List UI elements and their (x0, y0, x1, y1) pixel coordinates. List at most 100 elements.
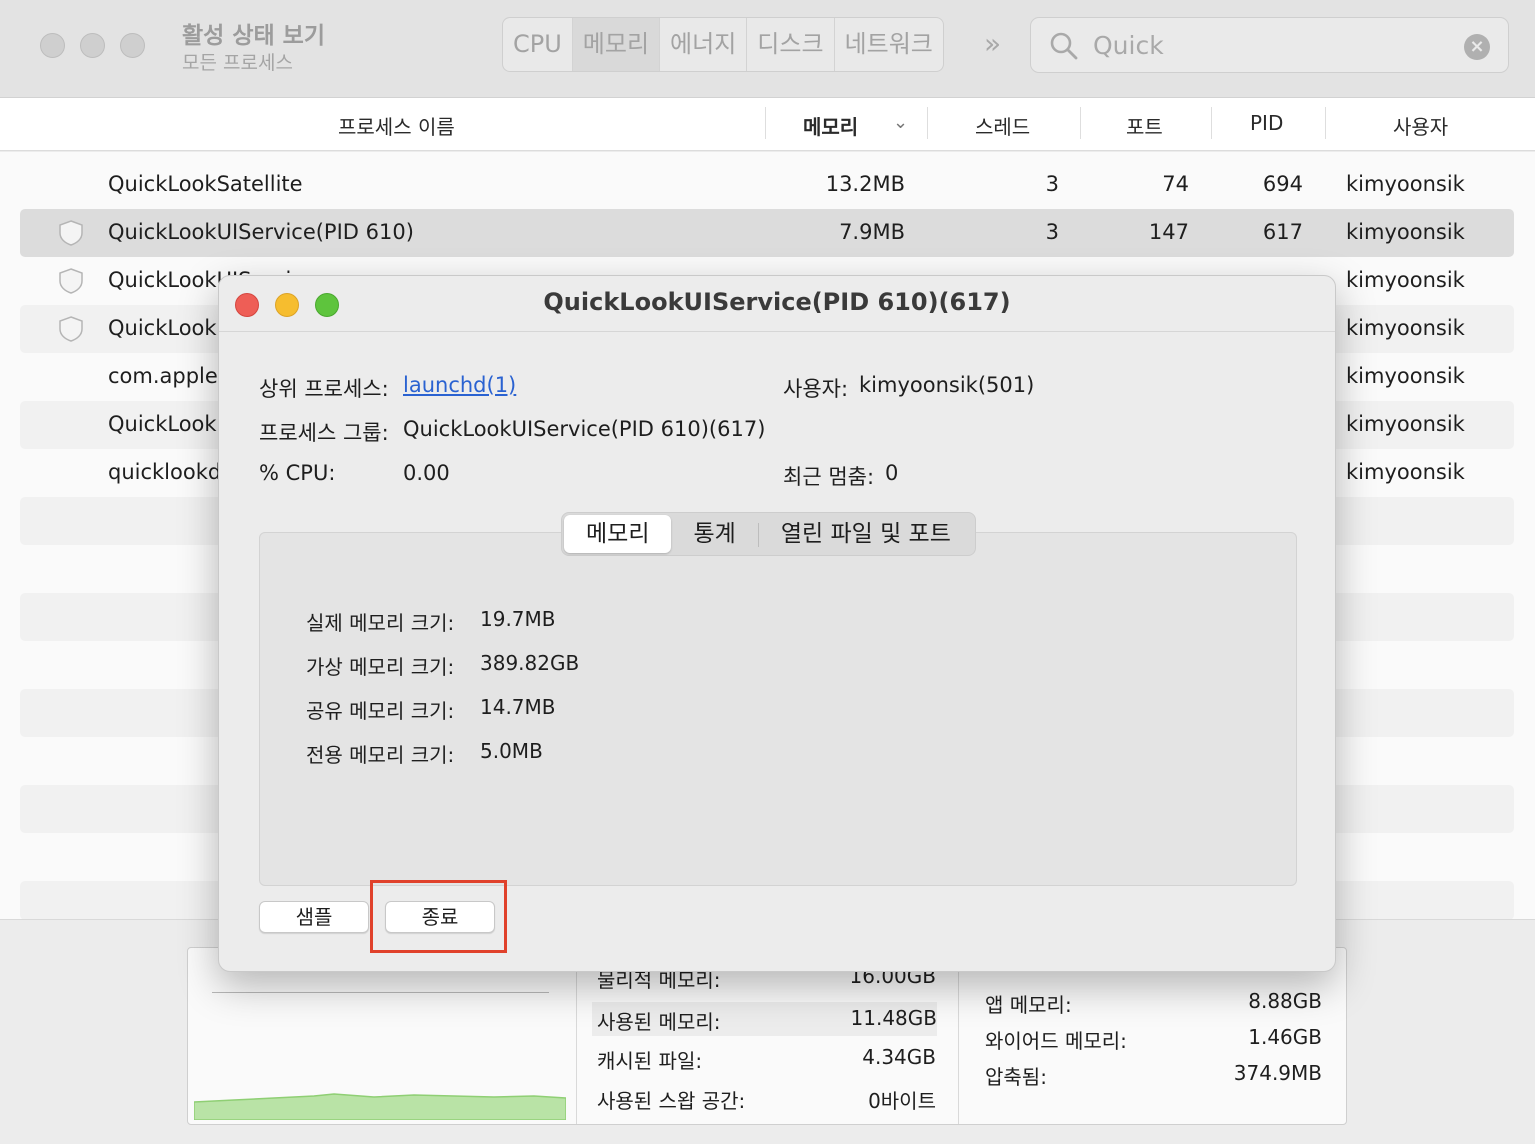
recent-hangs-value: 0 (885, 461, 899, 485)
column-divider (765, 107, 766, 139)
user-value: kimyoonsik (1346, 412, 1465, 436)
column-process-name[interactable]: 프로세스 이름 (338, 111, 455, 140)
memory-tab-panel: 실제 메모리 크기: 19.7MB 가상 메모리 크기: 389.82GB 공유… (259, 532, 1297, 886)
search-input[interactable]: Quick (1093, 31, 1164, 60)
private-memory-value: 5.0MB (480, 739, 543, 763)
parent-process-label: 상위 프로세스: (259, 377, 389, 401)
column-ports[interactable]: 포트 (1126, 111, 1163, 140)
process-group-value: QuickLookUIService(PID 610)(617) (403, 417, 766, 441)
memory-pressure-divider (212, 992, 549, 993)
user-value: kimyoonsik (1346, 268, 1465, 292)
search-field[interactable]: Quick × (1030, 17, 1509, 73)
zoom-button[interactable] (120, 33, 145, 58)
column-pid[interactable]: PID (1250, 111, 1283, 135)
tab-open-files-and-ports[interactable]: 열린 파일 및 포트 (759, 515, 973, 553)
column-user[interactable]: 사용자 (1393, 111, 1448, 140)
column-divider (927, 107, 928, 139)
process-name: QuickLookSatellite (108, 172, 303, 196)
tab-statistics[interactable]: 통계 (671, 515, 757, 553)
tab-memory[interactable]: 메모리 (572, 18, 661, 71)
virtual-memory-value: 389.82GB (480, 651, 580, 675)
app-memory-label: 앱 메모리: (985, 993, 1072, 1017)
process-name: QuickLook (108, 412, 217, 436)
user-value: kimyoonsik(501) (859, 373, 1035, 397)
sort-descending-icon[interactable]: ⌄ (893, 112, 908, 133)
toolbar-overflow-icon[interactable]: » (984, 27, 1001, 60)
shared-memory-label: 공유 메모리 크기: (306, 699, 455, 723)
memory-value: 7.9MB (839, 220, 905, 244)
pid-value: 617 (1262, 220, 1303, 244)
wired-memory-label: 와이어드 메모리: (985, 1029, 1127, 1053)
column-threads[interactable]: 스레드 (975, 111, 1030, 140)
threads-value: 3 (1045, 172, 1059, 196)
user-value: kimyoonsik (1346, 220, 1465, 244)
quit-button-highlight (370, 880, 507, 953)
swap-used-value: 0바이트 (868, 1089, 936, 1113)
real-memory-value: 19.7MB (480, 607, 556, 631)
compressed-value: 374.9MB (1233, 1061, 1322, 1085)
tab-network[interactable]: 네트워크 (835, 18, 943, 71)
threads-value: 3 (1045, 220, 1059, 244)
wired-memory-value: 1.46GB (1248, 1025, 1322, 1049)
clear-search-icon[interactable]: × (1464, 34, 1490, 60)
dialog-titlebar: QuickLookUIService(PID 610)(617) (219, 276, 1335, 332)
tab-disk[interactable]: 디스크 (747, 18, 835, 71)
panel-divider (958, 948, 959, 1124)
process-name: QuickLookUIService(PID 610) (108, 220, 414, 244)
dialog-tabs: 메모리 통계 열린 파일 및 포트 (561, 512, 976, 556)
user-value: kimyoonsik (1346, 316, 1465, 340)
ports-value: 147 (1148, 220, 1189, 244)
table-row[interactable]: QuickLookSatellite 13.2MB 3 74 694 kimyo… (20, 161, 1514, 209)
column-memory[interactable]: 메모리 (803, 111, 858, 140)
dialog-title: QuickLookUIService(PID 610)(617) (543, 288, 1011, 316)
user-value: kimyoonsik (1346, 460, 1465, 484)
tab-cpu[interactable]: CPU (503, 18, 573, 71)
tab-memory[interactable]: 메모리 (564, 515, 672, 553)
real-memory-label: 실제 메모리 크기: (306, 611, 455, 635)
cpu-value: 0.00 (403, 461, 450, 485)
user-label: 사용자: (783, 377, 849, 401)
category-tabs: CPU 메모리 에너지 디스크 네트워크 (502, 17, 944, 72)
table-row-selected[interactable]: QuickLookUIService(PID 610) 7.9MB 3 147 … (20, 209, 1514, 257)
ports-value: 74 (1162, 172, 1189, 196)
cached-files-value: 4.34GB (862, 1045, 936, 1069)
close-button[interactable] (40, 33, 65, 58)
shield-icon (59, 268, 83, 294)
shared-memory-value: 14.7MB (480, 695, 556, 719)
memory-summary-panel: 물리적 메모리: 16.00GB 사용된 메모리: 11.48GB 캐시된 파일… (187, 947, 1347, 1125)
user-value: kimyoonsik (1346, 364, 1465, 388)
process-group-label: 프로세스 그룹: (259, 421, 389, 445)
tab-energy[interactable]: 에너지 (660, 18, 748, 71)
process-name: quicklookd (108, 460, 222, 484)
column-divider (1211, 107, 1212, 139)
private-memory-label: 전용 메모리 크기: (306, 743, 455, 767)
app-memory-value: 8.88GB (1248, 989, 1322, 1013)
virtual-memory-label: 가상 메모리 크기: (306, 655, 455, 679)
app-subtitle: 모든 프로세스 (182, 52, 293, 74)
memory-pressure-chart (194, 1093, 566, 1120)
column-divider (1080, 107, 1081, 139)
shield-icon (59, 220, 83, 246)
user-value: kimyoonsik (1346, 172, 1465, 196)
process-name: com.apple (108, 364, 218, 388)
column-header: 프로세스 이름 메모리 ⌄ 스레드 포트 PID 사용자 (0, 98, 1535, 151)
used-memory-row: 사용된 메모리: 11.48GB (592, 1002, 937, 1036)
parent-process-link[interactable]: launchd(1) (403, 373, 516, 397)
used-memory-value: 11.48GB (850, 1006, 937, 1030)
window-toolbar: 활성 상태 보기 모든 프로세스 CPU 메모리 에너지 디스크 네트워크 » … (0, 0, 1535, 98)
minimize-button[interactable] (80, 33, 105, 58)
column-divider (1325, 107, 1326, 139)
swap-used-label: 사용된 스왑 공간: (597, 1089, 746, 1113)
memory-value: 13.2MB (825, 172, 905, 196)
sample-button[interactable]: 샘플 (259, 901, 369, 933)
panel-divider (576, 948, 577, 1124)
app-title: 활성 상태 보기 (182, 23, 325, 49)
pid-value: 694 (1262, 172, 1303, 196)
shield-icon (59, 316, 83, 342)
cached-files-label: 캐시된 파일: (597, 1049, 703, 1073)
recent-hangs-label: 최근 멈춤: (783, 465, 875, 489)
process-name: QuickLook (108, 316, 217, 340)
cpu-label: % CPU: (259, 461, 336, 485)
search-icon (1050, 32, 1078, 60)
compressed-label: 압축됨: (985, 1065, 1047, 1089)
